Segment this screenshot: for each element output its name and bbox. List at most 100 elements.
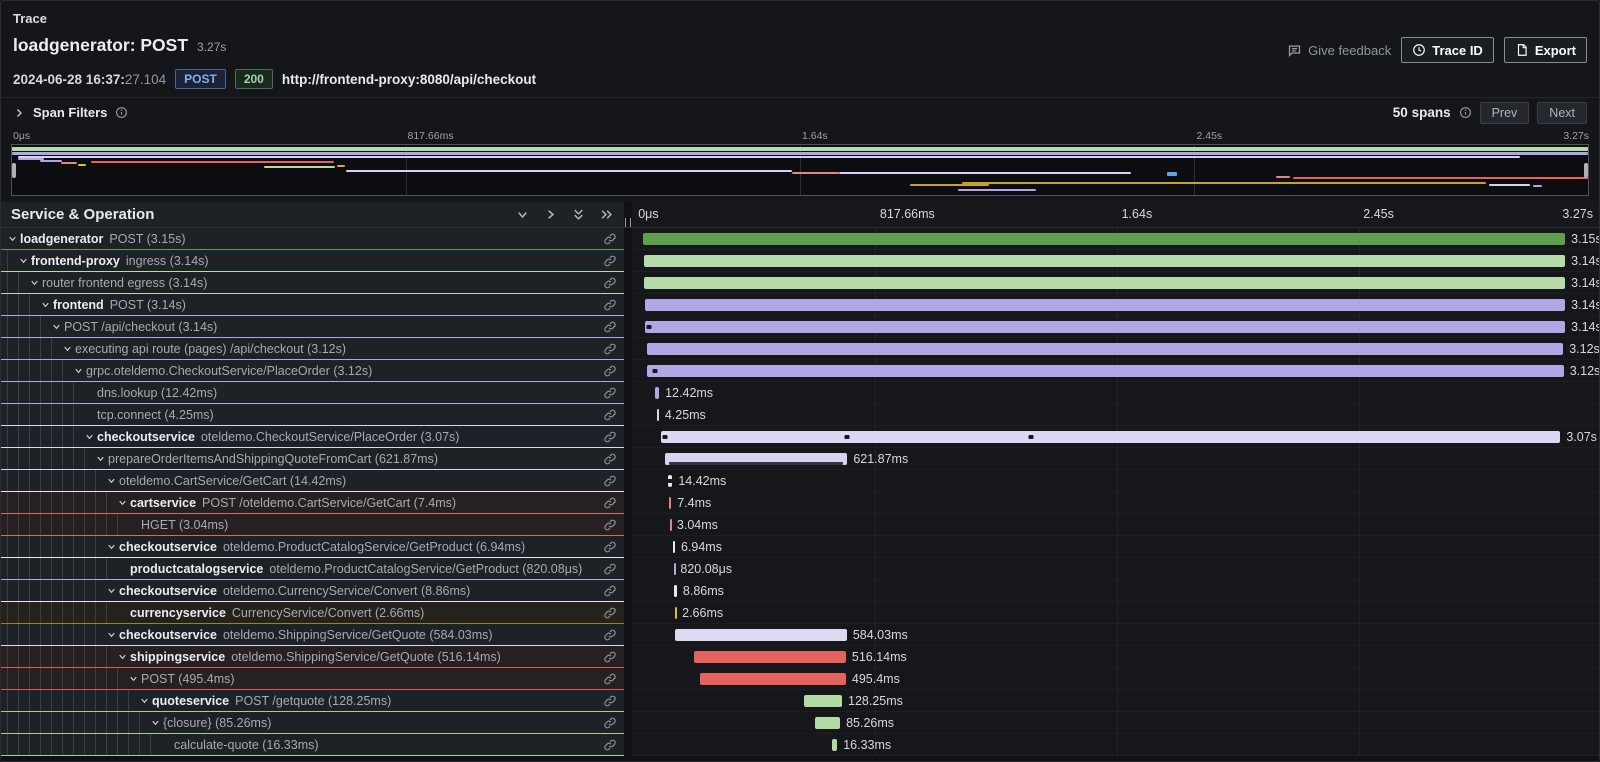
span-name-cell[interactable]: prepareOrderItemsAndShippingQuoteFromCar… [1,448,624,470]
span-name-cell[interactable]: checkoutserviceoteldemo.ProductCatalogSe… [1,536,624,558]
span-link-icon[interactable] [603,628,617,642]
span-bar[interactable] [673,541,675,553]
span-bar[interactable] [832,739,837,751]
chevron-down-icon[interactable] [106,475,119,486]
info-icon[interactable] [1459,106,1472,119]
chevron-down-icon[interactable] [73,365,86,376]
span-link-icon[interactable] [603,518,617,532]
span-row[interactable]: executing api route (pages) /api/checkou… [1,338,1599,360]
span-row[interactable]: {closure} (85.26ms)85.26ms [1,712,1599,734]
span-row[interactable]: quoteservicePOST /getquote (128.25ms)128… [1,690,1599,712]
span-bar[interactable] [669,497,671,509]
info-icon[interactable] [115,106,128,119]
chevron-down-icon[interactable] [117,651,130,662]
chevron-down-icon[interactable] [7,233,20,244]
span-row[interactable]: checkoutserviceoteldemo.ShippingService/… [1,624,1599,646]
span-name-cell[interactable]: quoteservicePOST /getquote (128.25ms) [1,690,624,712]
span-name-cell[interactable]: frontend-proxyingress (3.14s) [1,250,624,272]
span-row[interactable]: POST (495.4ms)495.4ms [1,668,1599,690]
span-row[interactable]: productcatalogserviceoteldemo.ProductCat… [1,558,1599,580]
span-bar[interactable] [804,695,842,707]
export-button[interactable]: Export [1504,37,1587,63]
span-bar[interactable] [815,717,840,729]
span-row[interactable]: prepareOrderItemsAndShippingQuoteFromCar… [1,448,1599,470]
span-name-cell[interactable]: POST /api/checkout (3.14s) [1,316,624,338]
span-name-cell[interactable]: executing api route (pages) /api/checkou… [1,338,624,360]
collapse-one-icon[interactable] [515,207,530,222]
minimap-right-drag-handle[interactable] [1584,163,1588,178]
span-name-cell[interactable]: calculate-quote (16.33ms) [1,734,624,756]
span-row[interactable]: calculate-quote (16.33ms)16.33ms [1,734,1599,756]
span-row[interactable]: HGET (3.04ms)3.04ms [1,514,1599,536]
chevron-down-icon[interactable] [106,541,119,552]
span-bar[interactable] [644,277,1565,289]
span-link-icon[interactable] [603,342,617,356]
span-link-icon[interactable] [603,738,617,752]
span-row[interactable]: cartservicePOST /oteldemo.CartService/Ge… [1,492,1599,514]
chevron-down-icon[interactable] [40,299,53,310]
span-name-cell[interactable]: router frontend egress (3.14s) [1,272,624,294]
span-link-icon[interactable] [603,672,617,686]
span-link-icon[interactable] [603,584,617,598]
chevron-down-icon[interactable] [150,717,163,728]
span-bar[interactable] [645,299,1565,311]
span-name-cell[interactable]: currencyserviceCurrencyService/Convert (… [1,602,624,624]
span-name-cell[interactable]: cartservicePOST /oteldemo.CartService/Ge… [1,492,624,514]
span-link-icon[interactable] [603,254,617,268]
span-row[interactable]: checkoutserviceoteldemo.CheckoutService/… [1,426,1599,448]
minimap-canvas[interactable] [11,144,1589,196]
expand-all-icon[interactable] [599,207,614,222]
collapse-all-icon[interactable] [571,207,586,222]
span-link-icon[interactable] [603,364,617,378]
span-link-icon[interactable] [603,386,617,400]
span-bar[interactable] [665,453,848,465]
span-link-icon[interactable] [603,298,617,312]
chevron-down-icon[interactable] [18,255,31,266]
span-link-icon[interactable] [603,320,617,334]
trace-id-button[interactable]: Trace ID [1401,37,1494,63]
span-bar[interactable] [661,431,1560,443]
chevron-down-icon[interactable] [62,343,75,354]
span-row[interactable]: frontendPOST (3.14s)3.14s [1,294,1599,316]
span-name-cell[interactable]: {closure} (85.26ms) [1,712,624,734]
column-resize-handle[interactable] [625,218,631,227]
span-name-cell[interactable]: productcatalogserviceoteldemo.ProductCat… [1,558,624,580]
span-name-cell[interactable]: checkoutserviceoteldemo.CheckoutService/… [1,426,624,448]
span-row[interactable]: currencyserviceCurrencyService/Convert (… [1,602,1599,624]
next-button[interactable]: Next [1537,102,1587,124]
span-bar[interactable] [643,233,1565,245]
chevron-right-icon[interactable] [13,107,25,119]
span-bar[interactable] [647,343,1563,355]
span-bar[interactable] [645,321,1565,333]
span-bar[interactable] [675,629,847,641]
chevron-down-icon[interactable] [84,431,97,442]
span-bar[interactable] [644,255,1565,267]
span-name-cell[interactable]: tcp.connect (4.25ms) [1,404,624,426]
chevron-down-icon[interactable] [95,453,108,464]
span-row[interactable]: checkoutserviceoteldemo.CurrencyService/… [1,580,1599,602]
span-link-icon[interactable] [603,716,617,730]
span-bar[interactable] [700,673,846,685]
span-link-icon[interactable] [603,452,617,466]
span-link-icon[interactable] [603,650,617,664]
chevron-down-icon[interactable] [106,629,119,640]
span-name-cell[interactable]: loadgeneratorPOST (3.15s) [1,228,624,250]
span-name-cell[interactable]: HGET (3.04ms) [1,514,624,536]
span-link-icon[interactable] [603,496,617,510]
prev-button[interactable]: Prev [1480,102,1530,124]
chevron-down-icon[interactable] [117,497,130,508]
span-name-cell[interactable]: dns.lookup (12.42ms) [1,382,624,404]
span-link-icon[interactable] [603,540,617,554]
chevron-down-icon[interactable] [139,695,152,706]
chevron-down-icon[interactable] [51,321,64,332]
span-bar[interactable] [694,651,846,663]
span-link-icon[interactable] [603,276,617,290]
chevron-down-icon[interactable] [29,277,42,288]
span-link-icon[interactable] [603,694,617,708]
span-name-cell[interactable]: checkoutserviceoteldemo.ShippingService/… [1,624,624,646]
span-link-icon[interactable] [603,562,617,576]
span-row[interactable]: oteldemo.CartService/GetCart (14.42ms)14… [1,470,1599,492]
span-row[interactable]: shippingserviceoteldemo.ShippingService/… [1,646,1599,668]
span-link-icon[interactable] [603,408,617,422]
span-link-icon[interactable] [603,232,617,246]
